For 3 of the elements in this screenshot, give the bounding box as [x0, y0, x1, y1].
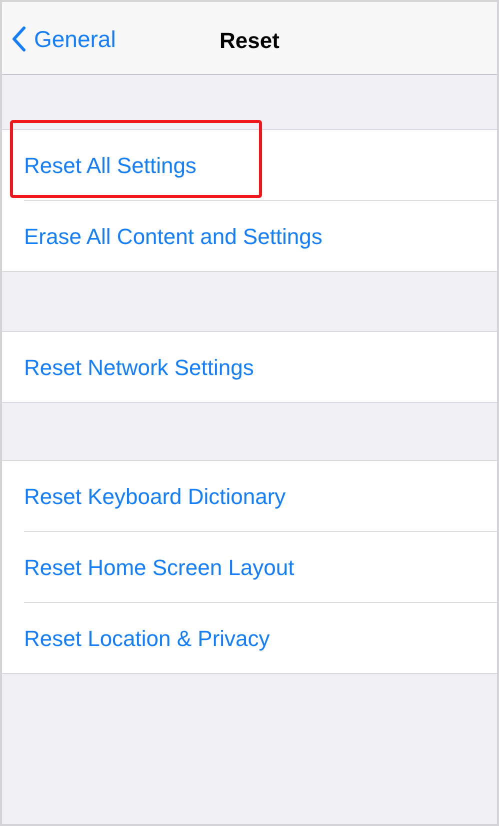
screen-title: Reset [220, 28, 280, 53]
back-chevron-icon [12, 26, 26, 52]
back-button[interactable]: General [12, 22, 116, 56]
